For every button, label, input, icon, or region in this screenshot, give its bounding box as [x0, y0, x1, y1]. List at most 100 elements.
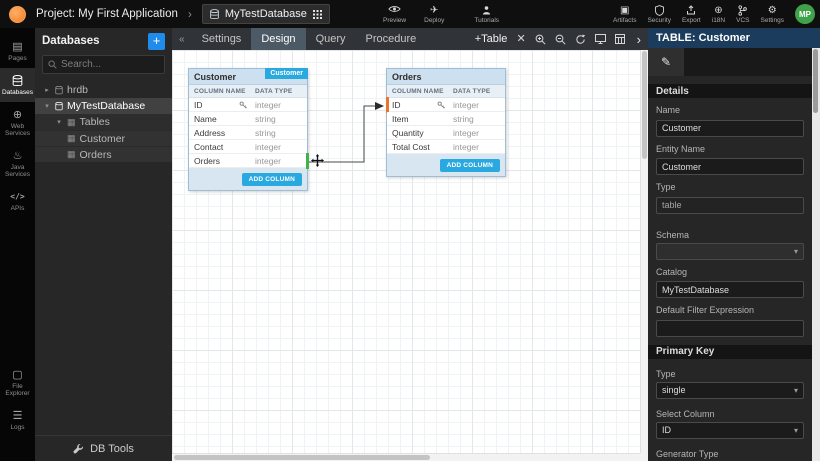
tree-item-tables[interactable]: ▾ ▦ Tables	[35, 114, 172, 130]
tutorials-button[interactable]: Tutorials	[474, 5, 499, 24]
relation-target-handle[interactable]	[386, 97, 389, 113]
top-bar: Project: My First Application › MyTestDa…	[0, 0, 820, 28]
search-input[interactable]	[61, 59, 159, 70]
export-button[interactable]: Export	[682, 5, 701, 24]
databases-sidebar: Databases + ▸ hrdb ▾ MyTestDatabase ▾ ▦ …	[35, 28, 172, 461]
export-image-icon[interactable]	[595, 34, 606, 44]
settings-button[interactable]: ⚙ Settings	[761, 5, 785, 24]
tree-item-orders[interactable]: ▦ Orders	[35, 146, 172, 162]
entity-orders[interactable]: Orders COLUMN NAME DATA TYPE ID integer …	[386, 68, 506, 177]
column-name-header: COLUMN NAME	[387, 88, 453, 95]
rail-item-web-services[interactable]: ⊕ Web Services	[0, 102, 35, 143]
rail-item-apis[interactable]: </> APIs	[0, 184, 35, 218]
project-title: Project: My First Application	[36, 8, 178, 20]
tree-item-hrdb[interactable]: ▸ hrdb	[35, 82, 172, 98]
table-row[interactable]: ID integer	[387, 98, 505, 112]
relation-source-handle[interactable]	[306, 153, 309, 169]
artifacts-button[interactable]: ▣ Artifacts	[613, 5, 636, 24]
rail-item-file-explorer[interactable]: ▢ File Explorer	[0, 362, 35, 403]
apps-grid-icon[interactable]	[313, 10, 322, 19]
rail-item-logs[interactable]: ☰ Logs	[0, 403, 35, 437]
export-icon	[686, 5, 696, 16]
tab-query[interactable]: Query	[306, 28, 356, 50]
collapse-tabs-icon[interactable]: «	[172, 34, 192, 45]
column-name-header: COLUMN NAME	[189, 88, 255, 95]
database-icon	[55, 102, 63, 111]
tree-item-mytestdatabase[interactable]: ▾ MyTestDatabase	[35, 98, 172, 114]
pages-icon: ▤	[12, 40, 22, 53]
name-input[interactable]	[656, 120, 804, 137]
default-filter-expression-input[interactable]	[656, 320, 804, 337]
entity-customer[interactable]: Customer Customer COLUMN NAME DATA TYPE …	[188, 68, 308, 191]
add-column-button[interactable]: ADD COLUMN	[440, 159, 500, 172]
app-logo[interactable]	[9, 6, 26, 23]
tree-item-label: Tables	[80, 116, 110, 128]
table-view-icon[interactable]	[615, 34, 625, 44]
inspector-scroll-thumb[interactable]	[813, 49, 818, 113]
zoom-in-icon[interactable]	[535, 34, 546, 45]
folder-icon: ▢	[12, 368, 22, 381]
db-tools-button[interactable]: DB Tools	[35, 435, 172, 461]
add-column-button[interactable]: ADD COLUMN	[242, 173, 302, 186]
tree-item-label: Customer	[80, 133, 126, 145]
preview-button[interactable]: Preview	[383, 5, 406, 24]
table-row[interactable]: Quantity integer	[387, 126, 505, 140]
chevron-expanded-icon[interactable]: ▾	[43, 102, 51, 110]
catalog-input[interactable]	[656, 281, 804, 298]
inspector-tabs: ✎	[648, 48, 812, 76]
security-label: Security	[647, 17, 670, 24]
deploy-button[interactable]: ✈ Deploy	[424, 5, 444, 24]
i18n-button[interactable]: ⊕ i18N	[712, 5, 725, 24]
table-row[interactable]: ID integer	[189, 98, 307, 112]
refresh-icon[interactable]	[575, 34, 586, 45]
column-name: Contact	[194, 142, 223, 152]
entity-header[interactable]: Orders	[387, 69, 505, 85]
tree-item-customer[interactable]: ▦ Customer	[35, 130, 172, 146]
rail-item-databases[interactable]: Databases	[0, 68, 35, 102]
canvas-vertical-scrollbar[interactable]	[640, 50, 648, 453]
rail-item-pages[interactable]: ▤ Pages	[0, 34, 35, 68]
type-input[interactable]	[656, 197, 804, 214]
table-row[interactable]: Contact integer	[189, 140, 307, 154]
tab-design[interactable]: Design	[251, 28, 305, 50]
add-table-button[interactable]: +Table	[475, 33, 508, 45]
chevron-expanded-icon[interactable]: ▾	[55, 118, 63, 126]
vcs-button[interactable]: VCS	[736, 5, 749, 24]
tab-settings[interactable]: Settings	[192, 28, 252, 50]
table-row[interactable]: Address string	[189, 126, 307, 140]
zoom-out-icon[interactable]	[555, 34, 566, 45]
expand-panel-icon[interactable]: ›	[637, 32, 641, 47]
edit-tab[interactable]: ✎	[648, 48, 684, 76]
inspector-scrollbar[interactable]	[812, 48, 820, 461]
design-toolbar: +Table ✕ ›	[475, 32, 648, 47]
shield-icon	[655, 5, 664, 16]
table-row[interactable]: Orders integer	[189, 154, 307, 168]
entity-name-input[interactable]	[656, 158, 804, 175]
rail-item-java-services[interactable]: ♨ Java Services	[0, 143, 35, 184]
schema-design-canvas[interactable]: Customer Customer COLUMN NAME DATA TYPE …	[172, 50, 640, 453]
table-row[interactable]: Total Cost integer	[387, 140, 505, 154]
canvas-horizontal-scrollbar[interactable]	[172, 453, 640, 461]
table-row[interactable]: Item string	[387, 112, 505, 126]
tab-procedure[interactable]: Procedure	[356, 28, 427, 50]
table-row[interactable]: Name string	[189, 112, 307, 126]
chevron-collapsed-icon[interactable]: ▸	[43, 86, 51, 94]
selected-value: ID	[662, 425, 671, 435]
close-icon[interactable]: ✕	[516, 34, 525, 45]
select-column-select[interactable]: ID ▾	[656, 422, 804, 439]
vertical-scroll-thumb[interactable]	[642, 51, 647, 159]
breadcrumb-database[interactable]: MyTestDatabase	[202, 4, 330, 24]
user-avatar[interactable]: MP	[795, 4, 815, 24]
column-name: Quantity	[392, 128, 424, 138]
sidebar-search[interactable]	[42, 55, 165, 74]
horizontal-scroll-thumb[interactable]	[174, 455, 430, 460]
schema-select[interactable]: ▾	[656, 243, 804, 260]
entity-title: Orders	[392, 72, 422, 82]
entity-badge: Customer	[265, 68, 308, 79]
entity-header[interactable]: Customer Customer	[189, 69, 307, 85]
field-label: Entity Name	[656, 144, 804, 154]
add-database-button[interactable]: +	[148, 33, 165, 50]
security-button[interactable]: Security	[647, 5, 670, 24]
pk-type-select[interactable]: single ▾	[656, 382, 804, 399]
field-label: Type	[656, 182, 804, 192]
